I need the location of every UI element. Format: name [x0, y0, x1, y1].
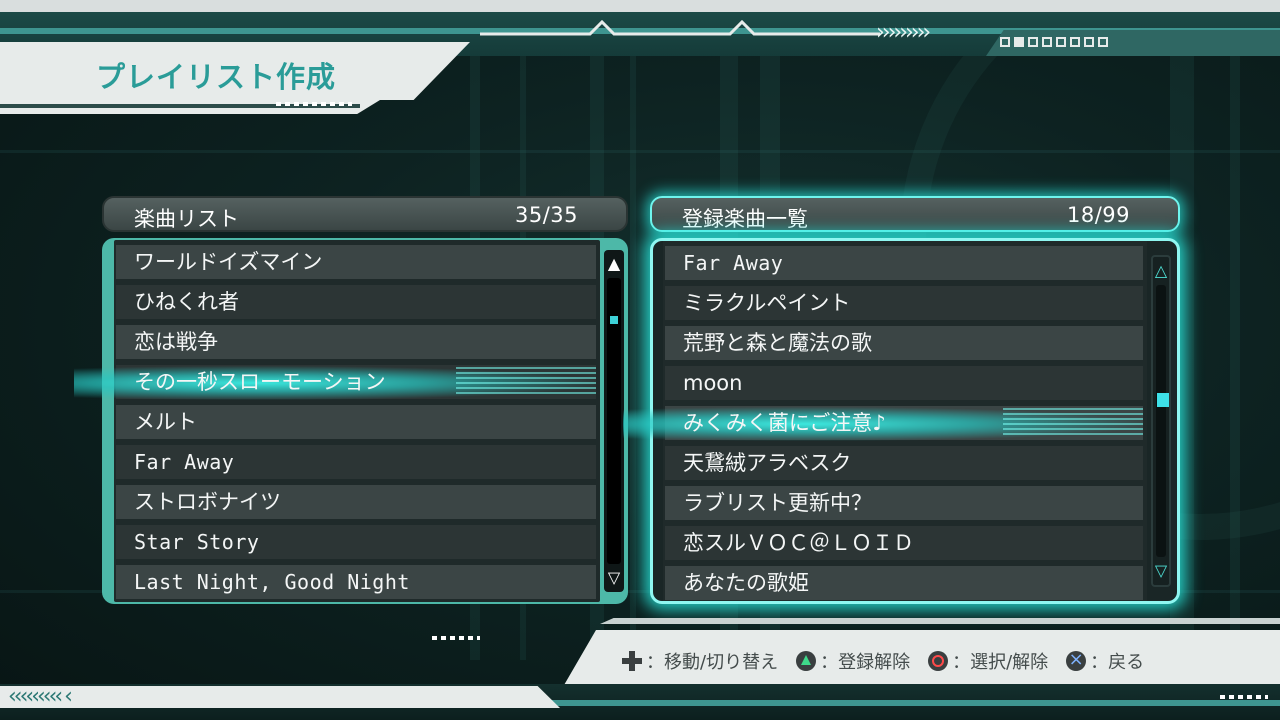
song-title: Far Away — [134, 450, 235, 474]
bg-stripe — [630, 40, 636, 660]
registered-list-item[interactable]: 荒野と森と魔法の歌 — [663, 323, 1147, 363]
song-title: Star Story — [134, 530, 260, 554]
page-indicator-dot — [1070, 37, 1080, 47]
song-title: Last Night, Good Night — [134, 570, 410, 594]
song-list-item[interactable]: ひねくれ者 — [114, 282, 600, 322]
registered-list-item[interactable]: あなたの歌姫 — [663, 563, 1147, 603]
bottom-dots — [1220, 695, 1268, 699]
control-hint-back: ：戻る — [1066, 648, 1144, 674]
page-indicator-dot — [1028, 37, 1038, 47]
registered-list-count: 18/99 — [1066, 203, 1130, 227]
page-indicator-dot — [1042, 37, 1052, 47]
chevron-left-icon: ‹‹‹‹‹‹‹‹‹ ‹ — [8, 684, 73, 709]
page-indicator-dot — [1098, 37, 1108, 47]
page-indicator-dot — [1056, 37, 1066, 47]
song-title: あなたの歌姫 — [683, 571, 809, 595]
song-list-item[interactable]: Far Away — [114, 442, 600, 482]
registered-list-item[interactable]: Far Away — [663, 243, 1147, 283]
registered-list-item[interactable]: ラブリスト更新中？ — [663, 483, 1147, 523]
scroll-thumb[interactable] — [610, 316, 618, 324]
playlist-screen: ››››››››› プレイリスト作成 楽曲リスト 35/35 ワールドイズマイン… — [0, 0, 1280, 720]
button-guide: ：移動/切り替え ：登録解除 ：選択/解除 ：戻る — [622, 648, 1144, 674]
song-title: その一秒スローモーション — [134, 370, 386, 394]
triangle-button-icon — [796, 651, 817, 671]
page-indicator — [1000, 37, 1108, 47]
song-list-header: 楽曲リスト 35/35 — [102, 196, 628, 232]
top-banner-edge — [0, 0, 1280, 12]
control-hint-unregister: ：登録解除 — [796, 648, 910, 674]
registered-list-item[interactable]: ミラクルペイント — [663, 283, 1147, 323]
song-title: 天鵞絨アラベスク — [683, 451, 852, 475]
page-indicator-dot — [1084, 37, 1094, 47]
song-list-item[interactable]: メルト — [114, 402, 600, 442]
scroll-up-arrow-icon[interactable]: ▲ — [604, 254, 624, 274]
bottom-plate-edge — [600, 618, 1280, 624]
song-list-item-selected[interactable]: その一秒スローモーション — [74, 362, 600, 402]
registered-list: Far Away ミラクルペイント 荒野と森と魔法の歌 moon みくみく菌にご… — [623, 241, 1147, 603]
scroll-up-arrow-icon[interactable]: △ — [1153, 261, 1169, 281]
scroll-thumb[interactable] — [1157, 393, 1169, 407]
bottom-left-plate — [0, 686, 560, 708]
registered-list-header: 登録楽曲一覧 18/99 — [650, 196, 1180, 232]
dpad-icon — [622, 651, 642, 671]
top-zigzag-line — [480, 19, 880, 36]
registered-list-item[interactable]: 天鵞絨アラベスク — [663, 443, 1147, 483]
bottom-dots — [432, 636, 480, 640]
song-list-count: 35/35 — [514, 203, 578, 227]
song-title: ワールドイズマイン — [134, 250, 323, 274]
title-dots — [276, 102, 352, 106]
song-title: ストロボナイツ — [134, 490, 281, 514]
song-title: 恋スルＶＯＣ＠ＬＯＩＤ — [683, 531, 914, 555]
cross-button-icon — [1066, 649, 1087, 671]
song-title: moon — [683, 371, 743, 395]
song-list-item[interactable]: 恋は戦争 — [114, 322, 600, 362]
song-title: ラブリスト更新中？ — [683, 491, 872, 515]
song-list-item[interactable]: ストロボナイツ — [114, 482, 600, 522]
song-list-scrollbar[interactable]: ▲ ▽ — [604, 250, 624, 592]
control-hint-label: ：登録解除 — [820, 652, 911, 673]
song-title: みくみく菌にご注意♪ — [683, 411, 886, 435]
selection-stripes — [1003, 408, 1143, 438]
control-hint-label: ：移動/切り替え — [646, 652, 779, 673]
control-hint-label: ：戻る — [1090, 652, 1145, 673]
control-hint-move: ：移動/切り替え — [622, 648, 778, 674]
song-title: Far Away — [683, 251, 784, 275]
registered-list-item[interactable]: moon — [663, 363, 1147, 403]
page-indicator-dot — [1000, 37, 1010, 47]
song-title: メルト — [134, 410, 197, 434]
scroll-down-arrow-icon[interactable]: ▽ — [604, 568, 624, 588]
registered-list-title: 登録楽曲一覧 — [682, 207, 808, 231]
scroll-track[interactable] — [607, 278, 621, 564]
registered-list-item-selected[interactable]: みくみく菌にご注意♪ — [623, 403, 1147, 443]
chevron-right-icon: ››››››››› — [876, 20, 931, 45]
registered-list-scrollbar[interactable]: △ ▽ — [1151, 255, 1171, 587]
selection-stripes — [456, 367, 596, 397]
song-list-item[interactable]: Star Story — [114, 522, 600, 562]
registered-list-panel: Far Away ミラクルペイント 荒野と森と魔法の歌 moon みくみく菌にご… — [623, 238, 1180, 604]
control-hint-label: ：選択/解除 — [952, 652, 1049, 673]
song-title: 荒野と森と魔法の歌 — [683, 331, 872, 355]
page-title: プレイリスト作成 — [96, 60, 337, 94]
page-indicator-dot — [1014, 37, 1024, 47]
registered-list-item[interactable]: 恋スルＶＯＣ＠ＬＯＩＤ — [663, 523, 1147, 563]
song-title: ミラクルペイント — [683, 291, 851, 315]
song-list-panel: ワールドイズマイン ひねくれ者 恋は戦争 その一秒スローモーション メルト Fa… — [74, 238, 628, 604]
song-title: ひねくれ者 — [134, 290, 239, 314]
control-hint-select: ：選択/解除 — [928, 648, 1048, 674]
song-title: 恋は戦争 — [134, 330, 218, 354]
song-list-item[interactable]: Last Night, Good Night — [114, 562, 600, 602]
scroll-track[interactable] — [1156, 285, 1169, 557]
circle-button-icon — [928, 651, 949, 671]
song-list-title: 楽曲リスト — [134, 207, 239, 231]
song-list-item[interactable]: ワールドイズマイン — [114, 242, 600, 282]
song-list: ワールドイズマイン ひねくれ者 恋は戦争 その一秒スローモーション メルト Fa… — [74, 240, 600, 602]
scroll-down-arrow-icon[interactable]: ▽ — [1153, 561, 1169, 581]
